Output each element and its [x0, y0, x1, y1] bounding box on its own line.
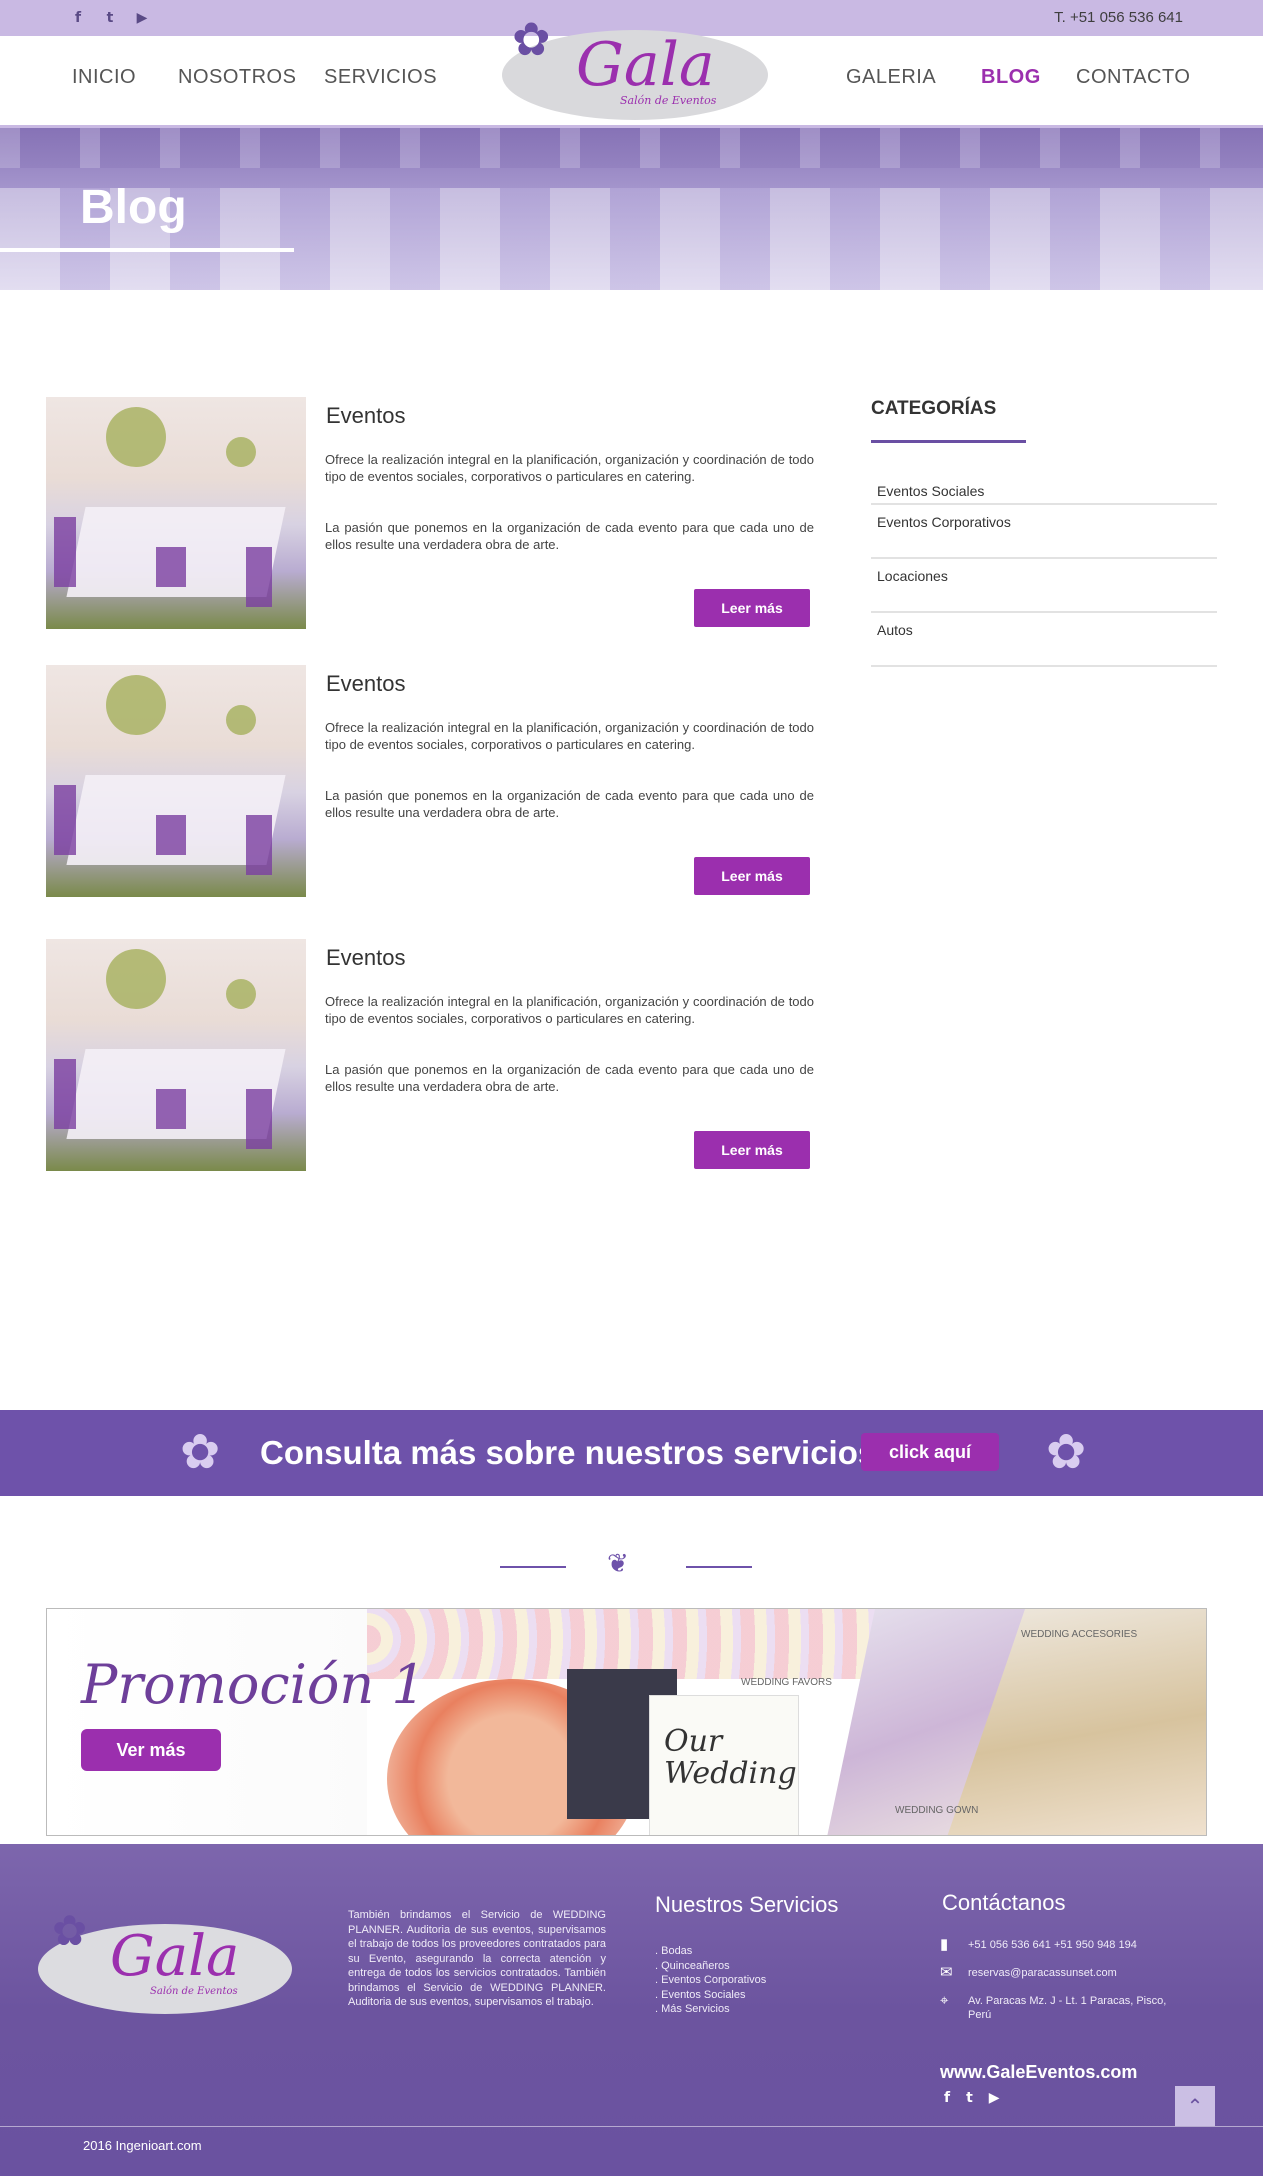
youtube-icon[interactable]: ▶ [989, 2090, 1000, 2106]
ornament-icon: ❦ [607, 1549, 629, 1579]
contact-email[interactable]: ✉ reservas@paracassunset.com [940, 1964, 1180, 1984]
cta-band: ✿ Consulta más sobre nuestros servicios … [0, 1410, 1263, 1496]
footer-contact-title: Contáctanos [942, 1890, 1066, 1915]
hero-tables-image [0, 188, 1263, 290]
footer-service-link[interactable]: . Bodas [655, 1944, 766, 1959]
twitter-icon[interactable]: t [966, 2090, 973, 2106]
hero-banner: Blog [0, 128, 1263, 290]
read-more-button[interactable]: Leer más [694, 589, 810, 627]
nav-blog[interactable]: BLOG [981, 66, 1041, 89]
divider-line [500, 1566, 566, 1568]
promo-button[interactable]: Ver más [81, 1729, 221, 1771]
post-thumbnail[interactable] [46, 397, 306, 629]
mail-icon: ✉ [940, 1964, 953, 1981]
nav-nosotros[interactable]: NOSOTROS [178, 66, 296, 89]
contact-address-text: Av. Paracas Mz. J - Lt. 1 Paracas, Pisco… [968, 1995, 1167, 2021]
logo-word: Gala [110, 1924, 240, 1989]
logo-subtitle: Salón de Eventos [150, 1986, 238, 1997]
post-paragraph: La pasión que ponemos en la organización… [325, 520, 814, 552]
cta-text: Consulta más sobre nuestros servicios [260, 1434, 877, 1471]
contact-phone: ▮ +51 056 536 641 +51 950 948 194 [940, 1936, 1180, 1956]
footer-divider [0, 2126, 1263, 2127]
contact-address: ⌖ Av. Paracas Mz. J - Lt. 1 Paracas, Pis… [940, 1992, 1180, 2022]
flower-icon: ✿ [512, 12, 551, 66]
youtube-icon[interactable]: ▶ [134, 10, 150, 26]
category-autos[interactable]: Autos [871, 613, 1217, 667]
divider-line [686, 1566, 752, 1568]
promo-label: WEDDING ACCESORIES [1021, 1629, 1138, 1640]
footer-about: También brindamos el Servicio de WEDDING… [348, 1909, 606, 2008]
category-eventos-corporativos[interactable]: Eventos Corporativos [871, 505, 1217, 559]
nav-servicios[interactable]: SERVICIOS [324, 66, 437, 89]
promo-banner[interactable]: Our Wedding WEDDING FAVORS WEDDING ACCES… [46, 1608, 1207, 1836]
blog-post: Eventos Ofrece la realización integral e… [46, 665, 816, 897]
post-thumbnail[interactable] [46, 665, 306, 897]
footer-copyright: 2016 Ingenioart.com [83, 2138, 202, 2153]
post-paragraph: Ofrece la realización integral en la pla… [325, 720, 814, 752]
logo-subtitle: Salón de Eventos [620, 94, 717, 107]
site-logo[interactable]: ✿ Gala Salón de Eventos [498, 16, 770, 120]
post-title[interactable]: Eventos [326, 945, 406, 971]
footer-service-link[interactable]: . Más Servicios [655, 2002, 766, 2017]
sidebar-title: CATEGORÍAS [871, 398, 997, 419]
logo-word: Gala [576, 30, 715, 100]
footer-social-links: f t ▶ [944, 2090, 1000, 2106]
promo-label: WEDDING GOWN [895, 1805, 979, 1816]
blog-post: Eventos Ofrece la realización integral e… [46, 939, 816, 1171]
flower-icon: ✿ [180, 1424, 221, 1480]
blog-post: Eventos Ofrece la realización integral e… [46, 397, 816, 629]
sidebar-title-underline [871, 440, 1026, 443]
footer-contact: ▮ +51 056 536 641 +51 950 948 194 ✉ rese… [940, 1936, 1180, 2032]
promo-left-panel [47, 1609, 367, 1835]
page-title: Blog [80, 181, 187, 234]
category-eventos-sociales[interactable]: Eventos Sociales [871, 483, 1217, 505]
post-title[interactable]: Eventos [326, 403, 406, 429]
contact-email-text[interactable]: reservas@paracassunset.com [968, 1967, 1117, 1979]
footer-service-link[interactable]: . Eventos Sociales [655, 1988, 766, 2003]
facebook-icon[interactable]: f [70, 10, 86, 26]
footer-services-list: . Bodas . Quinceañeros . Eventos Corpora… [655, 1944, 766, 2017]
category-locaciones[interactable]: Locaciones [871, 559, 1217, 613]
nav-inicio[interactable]: INICIO [72, 66, 136, 89]
footer-logo[interactable]: ✿ Gala Salón de Eventos [38, 1906, 294, 2014]
post-paragraph: Ofrece la realización integral en la pla… [325, 452, 814, 484]
hero-ceiling [0, 128, 1263, 168]
flower-icon: ✿ [52, 1906, 88, 1955]
title-underline [0, 248, 294, 252]
post-paragraph: La pasión que ponemos en la organización… [325, 788, 814, 820]
read-more-button[interactable]: Leer más [694, 1131, 810, 1169]
promo-card-text: Our Wedding [664, 1724, 797, 1791]
nav-contacto[interactable]: CONTACTO [1076, 66, 1190, 89]
location-pin-icon: ⌖ [940, 1992, 949, 2009]
post-paragraph: La pasión que ponemos en la organización… [325, 1062, 814, 1094]
footer-services-title: Nuestros Servicios [655, 1892, 839, 1917]
promo-label: WEDDING FAVORS [741, 1677, 832, 1688]
cta-button[interactable]: click aquí [861, 1433, 999, 1471]
phone-icon: ▮ [940, 1936, 949, 1953]
categories-list: Eventos Sociales Eventos Corporativos Lo… [871, 483, 1217, 667]
top-social-links: f t ▶ [70, 10, 150, 26]
site-footer: ✿ Gala Salón de Eventos También brindamo… [0, 1844, 1263, 2176]
promo-wedding-card: Our Wedding [649, 1695, 799, 1835]
footer-website[interactable]: www.GaleEventos.com [940, 2062, 1137, 2083]
twitter-icon[interactable]: t [102, 10, 118, 26]
contact-phone-text: +51 056 536 641 +51 950 948 194 [968, 1939, 1137, 1951]
back-to-top-button[interactable]: ⌃ [1175, 2086, 1215, 2126]
post-thumbnail[interactable] [46, 939, 306, 1171]
top-phone: T. +51 056 536 641 [1054, 9, 1183, 26]
post-paragraph: Ofrece la realización integral en la pla… [325, 994, 814, 1026]
read-more-button[interactable]: Leer más [694, 857, 810, 895]
categories-sidebar: CATEGORÍAS Eventos Sociales Eventos Corp… [871, 398, 1217, 667]
facebook-icon[interactable]: f [944, 2090, 950, 2106]
footer-service-link[interactable]: . Eventos Corporativos [655, 1973, 766, 1988]
promo-title: Promoción 1 [81, 1653, 426, 1716]
footer-service-link[interactable]: . Quinceañeros [655, 1959, 766, 1974]
nav-galeria[interactable]: GALERIA [846, 66, 936, 89]
flower-icon: ✿ [1046, 1424, 1087, 1480]
post-title[interactable]: Eventos [326, 671, 406, 697]
